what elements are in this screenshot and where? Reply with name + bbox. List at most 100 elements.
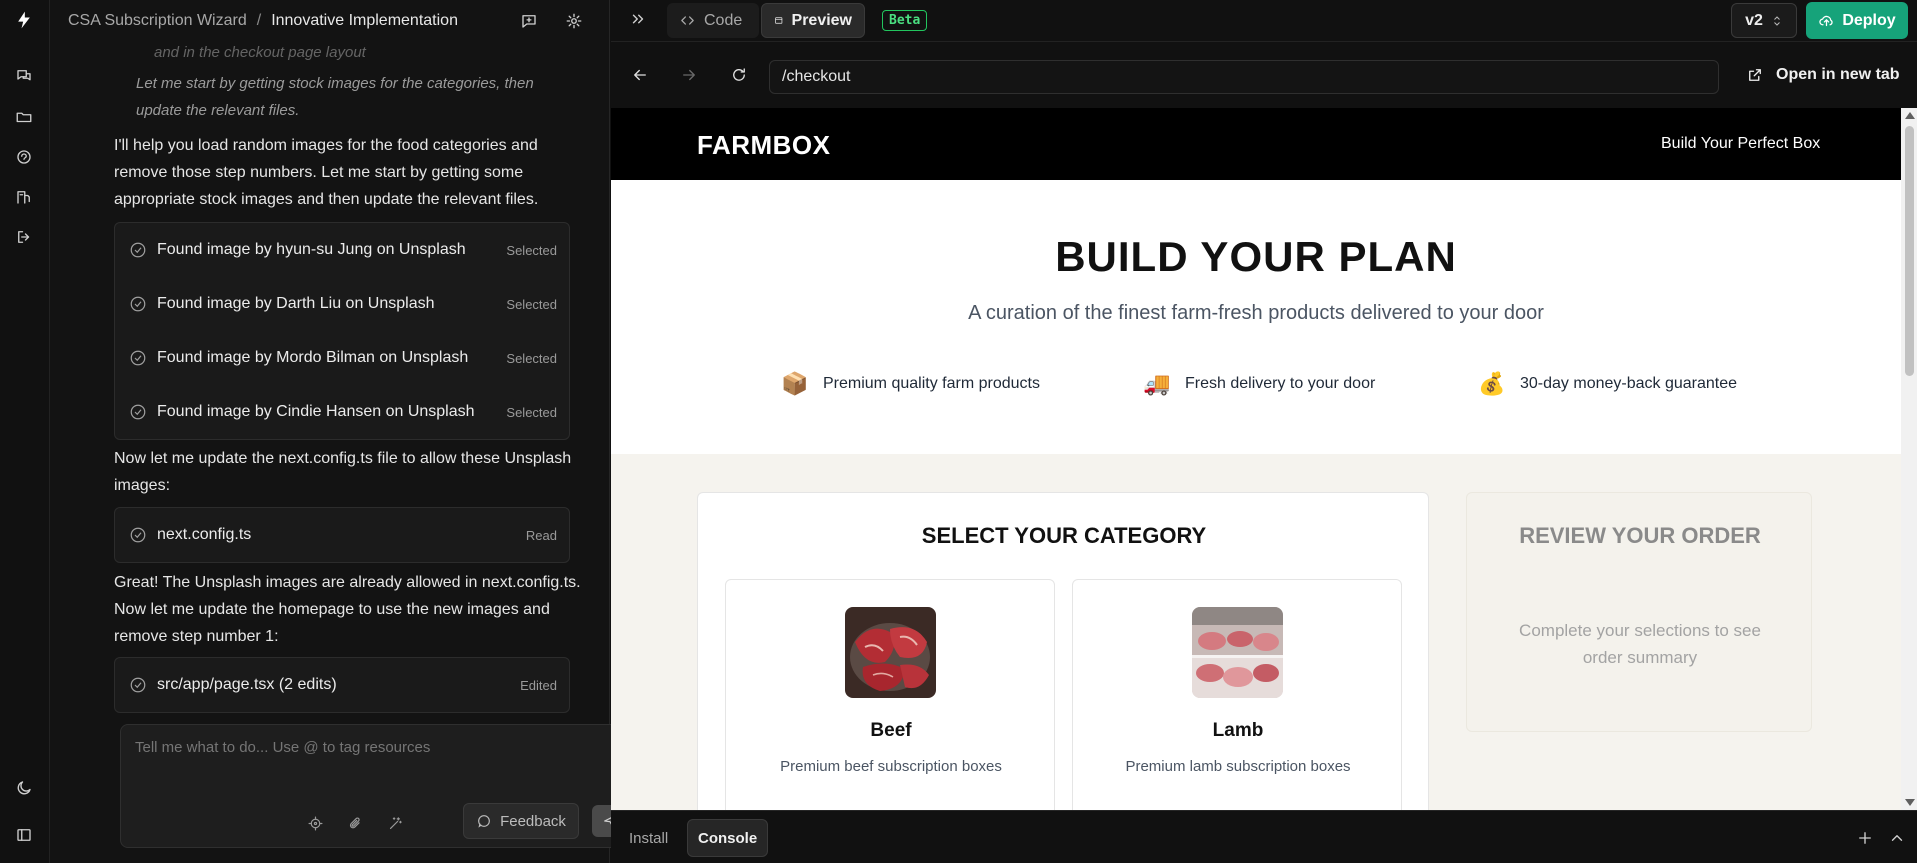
magic-wand-icon[interactable] [384,812,406,834]
open-in-new-tab-label: Open in new tab [1776,66,1900,83]
sidebar-toggle-icon[interactable] [13,824,35,846]
folder-icon[interactable] [13,106,35,128]
category-name: Lamb [1212,720,1264,741]
install-tab[interactable]: Install [619,819,678,857]
plus-icon[interactable] [1854,827,1876,849]
category-option-beef[interactable]: Beef Premium beef subscription boxes [725,579,1055,810]
left-rail [0,0,50,863]
refresh-icon[interactable] [728,64,750,86]
assistant-message: Great! The Unsplash images are already a… [114,574,581,645]
console-bar: Install Console [611,810,1917,863]
file-read-box: next.config.ts Read [114,507,570,563]
app-root: CSA Subscription Wizard / Innovative Imp… [0,0,1917,863]
lamb-image [1192,607,1283,698]
logout-icon[interactable] [13,226,35,248]
check-circle-icon [129,241,147,259]
check-circle-icon [129,349,147,367]
beef-image [845,607,936,698]
preview-tab[interactable]: Preview [761,3,865,38]
cloud-upload-icon [1819,15,1833,27]
category-option-lamb[interactable]: Lamb Premium lamb subscription boxes [1072,579,1402,810]
tool-result-status: Selected [506,404,557,420]
console-tab[interactable]: Console [687,819,769,857]
feature-text: Premium quality farm products [823,375,1040,392]
nav-link-build-box[interactable]: Build Your Perfect Box [1661,135,1820,153]
chats-icon[interactable] [13,65,35,87]
assistant-message: I'll help you load random images for the… [114,137,539,208]
scroll-up-arrow[interactable] [1905,112,1915,119]
category-card: SELECT YOUR CATEGORY Beef Premium beef s… [697,492,1429,810]
hero-title: BUILD YOUR PLAN [1055,233,1457,280]
site-preview: FARMBOX Build Your Perfect Box BUILD YOU… [611,108,1901,810]
money-bag-icon: 💰 [1478,371,1506,396]
check-circle-icon [129,295,147,313]
feedback-label: Feedback [500,812,566,830]
scroll-down-arrow[interactable] [1905,799,1915,806]
tool-result-row[interactable]: next.config.ts Read [115,508,569,562]
beta-badge: Beta [882,10,928,31]
tool-result-row[interactable]: Found image by Cindie Hansen on Unsplash… [115,385,569,439]
category-name: Beef [870,720,912,741]
feature-item: 💰 30-day money-back guarantee [1478,370,1737,398]
chevrons-right-icon[interactable] [629,10,651,32]
code-icon [681,16,694,25]
bolt-logo-icon[interactable] [13,9,35,31]
chat-input[interactable] [135,739,625,756]
gear-icon[interactable] [563,10,585,32]
deploy-label: Deploy [1842,11,1896,29]
tool-result-status: Selected [506,242,557,258]
tool-result-label: Found image by Mordo Bilman on Unsplash [157,349,469,366]
arrow-right-icon[interactable] [678,64,700,86]
package-icon: 📦 [781,371,809,396]
open-in-new-tab-button[interactable]: Open in new tab [1746,66,1900,84]
file-edit-box: src/app/page.tsx (2 edits) Edited [114,657,570,713]
category-desc: Premium lamb subscription boxes [1125,758,1351,775]
feedback-icon [478,815,490,828]
tool-result-label: Found image by hyun-su Jung on Unsplash [157,241,466,258]
tool-result-row[interactable]: Found image by Darth Liu on Unsplash Sel… [115,277,569,331]
target-icon[interactable] [304,812,326,834]
chat-title[interactable]: Innovative Implementation [271,12,458,30]
scroll-thumb[interactable] [1905,126,1914,376]
url-input[interactable]: /checkout [769,60,1719,94]
code-tab[interactable]: Code [667,3,759,38]
chat-composer: Feedback [120,724,640,848]
truck-icon: 🚚 [1143,371,1171,396]
feedback-button[interactable]: Feedback [463,803,579,839]
assistant-message: Now let me update the next.config.ts fil… [114,450,572,494]
paperclip-icon[interactable] [344,812,366,834]
project-name[interactable]: CSA Subscription Wizard [68,12,247,30]
preview-tab-label: Preview [791,11,852,29]
category-desc: Premium beef subscription boxes [780,758,1002,775]
thought-line: and in the checkout page layout [154,44,366,61]
tool-result-status: Read [525,527,557,543]
feature-item: 🚚 Fresh delivery to your door [1143,370,1375,398]
external-link-icon [1749,69,1761,81]
chat-panel: CSA Subscription Wizard / Innovative Imp… [50,0,656,863]
url-bar: /checkout Open in new tab [611,42,1917,108]
support-chat-icon[interactable] [13,146,35,168]
usage-icon[interactable] [13,186,35,208]
check-circle-icon [129,526,147,544]
tool-result-row[interactable]: Found image by Mordo Bilman on Unsplash … [115,331,569,385]
browser-window-icon [775,17,783,24]
moon-icon[interactable] [13,777,35,799]
chevron-up-down-icon [1774,15,1780,26]
hero-subtitle: A curation of the finest farm-fresh prod… [968,302,1544,324]
review-title: REVIEW YOUR ORDER [1519,523,1761,548]
tool-result-label: Found image by Darth Liu on Unsplash [157,295,435,312]
chevron-up-icon[interactable] [1886,827,1908,849]
tool-result-row[interactable]: src/app/page.tsx (2 edits) Edited [115,658,569,712]
new-chat-icon[interactable] [518,10,540,32]
preview-scrollbar[interactable] [1901,108,1917,810]
plan-section: SELECT YOUR CATEGORY Beef Premium beef s… [611,454,1901,810]
feature-item: 📦 Premium quality farm products [781,370,1040,398]
arrow-left-icon[interactable] [629,64,651,86]
deploy-button[interactable]: Deploy [1806,2,1908,39]
review-empty-text: Complete your selections to see order su… [1519,621,1761,667]
check-circle-icon [129,403,147,421]
version-selector[interactable]: v2 [1731,3,1797,38]
tool-result-row[interactable]: Found image by hyun-su Jung on Unsplash … [115,223,569,277]
tool-result-label: src/app/page.tsx (2 edits) [157,676,337,693]
site-logo[interactable]: FARMBOX [697,130,831,161]
